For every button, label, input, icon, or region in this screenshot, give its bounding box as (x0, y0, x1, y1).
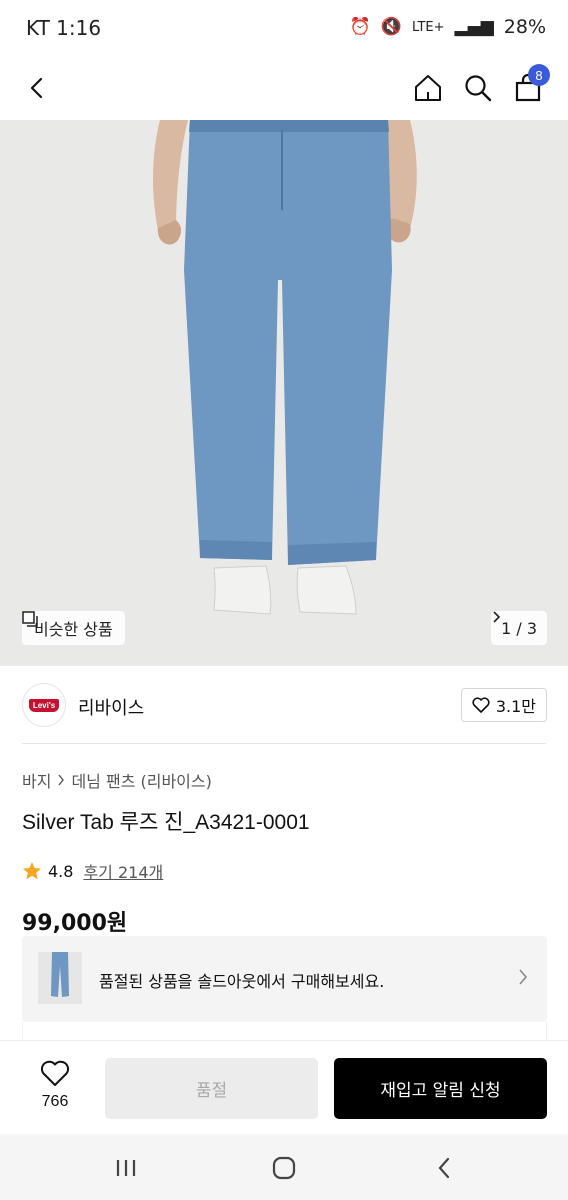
soldout-button[interactable]: 품절 (105, 1058, 318, 1119)
wishlist-button[interactable]: 766 (22, 1059, 88, 1111)
brand-like-count: 3.1만 (495, 697, 536, 716)
partially-hidden-row (22, 1022, 547, 1042)
alarm-icon: ⏰ (349, 17, 371, 37)
restock-notify-button[interactable]: 재입고 알림 신청 (334, 1058, 547, 1119)
wishlist-count: 766 (41, 1093, 69, 1110)
heart-icon (40, 1060, 70, 1086)
brand-name[interactable]: 리바이스 (78, 694, 144, 720)
product-title: Silver Tab 루즈 진_A3421-0001 (22, 811, 310, 834)
app-header: 8 (0, 56, 568, 120)
system-nav-bar (0, 1134, 568, 1200)
signal-icon: ▂▄▆ (454, 17, 494, 37)
brand-row[interactable]: Levi's 리바이스 3.1만 (0, 666, 568, 744)
review-link[interactable]: 후기 214개 (83, 859, 163, 883)
jeans-thumbnail-image (38, 952, 82, 1004)
product-price: 99,000원 (22, 911, 128, 936)
status-bar: KT 1:16 ⏰ 🔇 LTE+ ▂▄▆ 28% (0, 0, 568, 56)
product-image-carousel[interactable]: 비슷한 상품 1 / 3 (0, 120, 568, 666)
brand-like-button[interactable]: 3.1만 (460, 688, 547, 722)
star-icon (23, 862, 41, 880)
home-circle-icon (272, 1156, 296, 1180)
recent-apps-button[interactable] (106, 1148, 146, 1188)
heart-icon (472, 697, 490, 713)
cart-count-badge: 8 (528, 64, 550, 86)
breadcrumb-item-denim[interactable]: 데님 팬츠 (리바이스) (71, 768, 211, 792)
home-button[interactable] (404, 62, 452, 114)
network-label: LTE+ (412, 19, 445, 35)
mute-icon: 🔇 (380, 17, 403, 37)
brand-logo[interactable]: Levi's (22, 683, 66, 727)
home-nav-button[interactable] (264, 1148, 304, 1188)
home-icon (415, 75, 441, 101)
breadcrumb: 바지 데님 팬츠 (리바이스) (22, 768, 212, 792)
cart-button[interactable]: 8 (504, 62, 552, 114)
product-photo (0, 120, 568, 666)
rating-value: 4.8 (48, 861, 74, 881)
back-icon (30, 77, 43, 99)
image-pager[interactable]: 1 / 3 (491, 611, 547, 645)
back-nav-button[interactable] (424, 1148, 464, 1188)
similar-products-label: 비슷한 상품 (34, 620, 113, 639)
levis-logo-text: Levi's (28, 698, 60, 712)
similar-products-button[interactable]: 비슷한 상품 (22, 611, 125, 645)
carrier-time: KT 1:16 (26, 16, 102, 40)
soldout-message: 품절된 상품을 솔드아웃에서 구매해보세요. (99, 972, 385, 991)
back-arrow-icon (438, 1157, 450, 1179)
image-pager-count: 1 / 3 (501, 618, 537, 638)
search-button[interactable] (454, 62, 502, 114)
soldout-thumbnail (38, 952, 82, 1004)
back-button[interactable] (14, 62, 62, 114)
breadcrumb-item-pants[interactable]: 바지 (22, 768, 51, 792)
chevron-right-icon (493, 611, 501, 623)
recent-apps-icon (116, 1160, 136, 1176)
divider (22, 743, 546, 744)
status-icons: ⏰ 🔇 LTE+ ▂▄▆ 28% (350, 16, 546, 38)
chevron-right-icon (58, 774, 65, 786)
similar-icon (22, 611, 38, 627)
bottom-action-bar: 766 품절 재입고 알림 신청 (0, 1040, 568, 1134)
search-icon (465, 75, 492, 102)
chevron-right-icon (519, 969, 528, 985)
rating-row: 4.8 후기 214개 (22, 859, 163, 883)
battery-level: 28% (503, 16, 546, 38)
soldout-banner[interactable]: 품절된 상품을 솔드아웃에서 구매해보세요. (22, 936, 547, 1022)
